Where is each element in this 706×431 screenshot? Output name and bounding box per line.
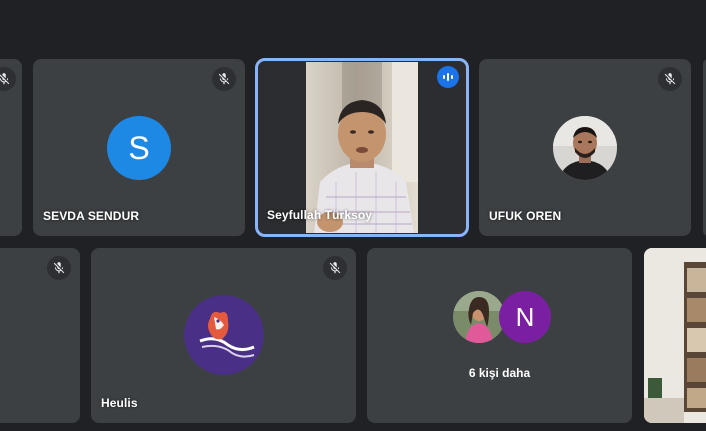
mic-off-icon	[323, 256, 347, 280]
avatar-letter: N	[499, 291, 551, 343]
video-feed	[644, 248, 706, 423]
avatar-logo	[184, 295, 264, 375]
audio-bars-icon	[437, 66, 459, 88]
mic-off-icon	[47, 256, 71, 280]
avatar-initial: N	[515, 301, 535, 332]
participant-tile-seyfullah[interactable]: Seyfullah Türksoy	[255, 58, 469, 237]
mic-off-icon	[212, 67, 236, 91]
participant-name: UFUK OREN	[489, 209, 562, 223]
participant-tile-ufuk[interactable]: UFUK OREN	[479, 59, 691, 236]
participant-tile-partial-left-2[interactable]	[0, 248, 80, 423]
participant-name: Seyfullah Türksoy	[267, 208, 373, 222]
participant-name: Heulis	[101, 396, 138, 410]
avatar-photo	[453, 291, 505, 343]
avatar-photo	[553, 116, 617, 180]
participant-tile-partial-left[interactable]	[0, 59, 22, 236]
participant-tile-partial-right-2[interactable]	[644, 248, 706, 423]
more-participants-tile[interactable]: N 6 kişi daha	[367, 248, 632, 423]
more-participants-label: 6 kişi daha	[468, 366, 531, 380]
mic-off-icon	[0, 67, 16, 91]
participant-name: SEVDA SENDUR	[43, 209, 140, 223]
mic-off-icon	[658, 67, 682, 91]
avatar-initial: S	[128, 129, 150, 166]
avatar-letter: S	[107, 116, 171, 180]
participant-tile-sevda[interactable]: S SEVDA SENDUR	[33, 59, 245, 236]
participant-tile-heulis[interactable]: Heulis	[91, 248, 356, 423]
